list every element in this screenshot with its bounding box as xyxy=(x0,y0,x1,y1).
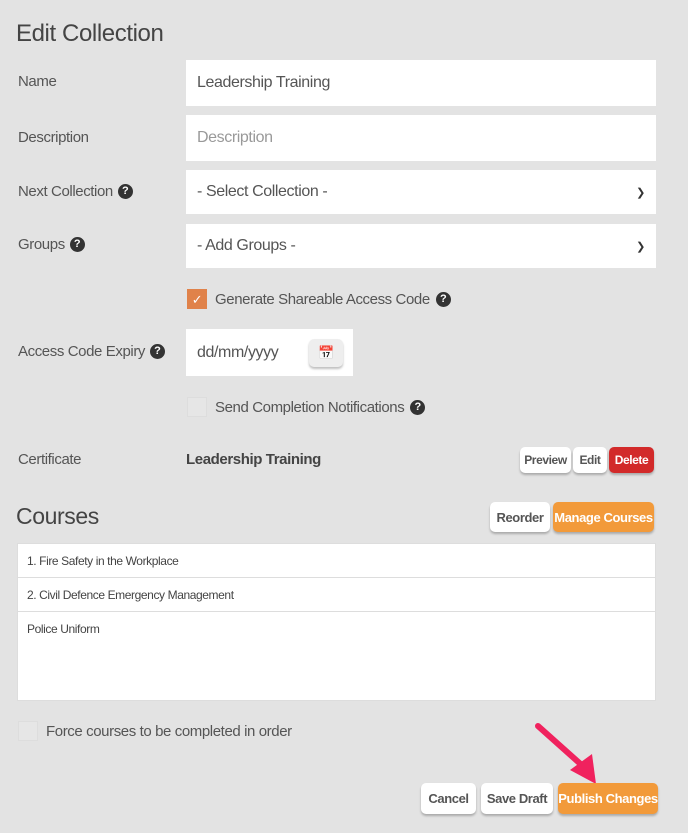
shareable-code-checkbox[interactable]: ✓ xyxy=(187,289,207,309)
save-draft-button[interactable]: Save Draft xyxy=(481,783,553,814)
delete-button[interactable]: Delete xyxy=(609,447,654,473)
description-input[interactable]: Description xyxy=(186,115,656,161)
name-input[interactable]: Leadership Training xyxy=(186,60,656,106)
edit-button[interactable]: Edit xyxy=(573,447,607,473)
force-order-label: Force courses to be completed in order xyxy=(46,722,292,740)
calendar-icon[interactable]: 📅 xyxy=(309,338,343,367)
help-icon[interactable]: ? xyxy=(150,344,166,359)
shareable-code-label: Generate Shareable Access Code xyxy=(215,290,430,308)
pointer-arrow-annotation xyxy=(535,723,596,784)
notifications-option: Send Completion Notifications ? xyxy=(187,397,426,417)
chevron-down-icon: ❯ xyxy=(636,186,645,199)
notifications-label: Send Completion Notifications xyxy=(215,398,405,416)
publish-changes-button[interactable]: Publish Changes xyxy=(558,783,658,814)
manage-courses-button[interactable]: Manage Courses xyxy=(553,502,654,532)
groups-label: Groups? xyxy=(18,236,85,253)
help-icon[interactable]: ? xyxy=(410,399,426,415)
help-icon[interactable]: ? xyxy=(69,237,85,252)
expiry-date-input[interactable]: dd/mm/yyyy 📅 xyxy=(186,329,353,376)
description-placeholder: Description xyxy=(197,129,273,146)
reorder-button[interactable]: Reorder xyxy=(490,502,550,532)
preview-button[interactable]: Preview xyxy=(520,447,571,473)
help-icon[interactable]: ? xyxy=(435,291,451,307)
cancel-button[interactable]: Cancel xyxy=(421,783,476,814)
chevron-down-icon: ❯ xyxy=(636,240,645,253)
next-collection-label: Next Collection? xyxy=(18,183,133,200)
next-collection-label-text: Next Collection xyxy=(18,183,113,200)
expiry-label-text: Access Code Expiry xyxy=(18,343,146,360)
name-label: Name xyxy=(18,73,57,90)
shareable-code-option: ✓ Generate Shareable Access Code ? xyxy=(187,289,451,309)
courses-list: 1. Fire Safety in the Workplace 2. Civil… xyxy=(17,543,656,701)
list-item[interactable]: 2. Civil Defence Emergency Management xyxy=(18,578,655,612)
list-item[interactable]: Police Uniform xyxy=(18,612,655,636)
expiry-label: Access Code Expiry? xyxy=(18,343,166,360)
description-label: Description xyxy=(18,129,89,146)
list-item[interactable]: 1. Fire Safety in the Workplace xyxy=(18,544,655,578)
groups-label-text: Groups xyxy=(18,236,65,253)
groups-select[interactable]: - Add Groups - ❯ xyxy=(186,224,656,268)
force-order-checkbox[interactable] xyxy=(18,721,38,741)
next-collection-value: - Select Collection - xyxy=(197,183,328,200)
courses-heading: Courses xyxy=(16,503,99,529)
force-order-option: Force courses to be completed in order xyxy=(18,721,292,741)
expiry-placeholder: dd/mm/yyyy xyxy=(197,343,279,361)
notifications-checkbox[interactable] xyxy=(187,397,207,417)
next-collection-select[interactable]: - Select Collection - ❯ xyxy=(186,170,656,214)
page-title: Edit Collection xyxy=(16,20,164,47)
certificate-name: Leadership Training xyxy=(186,451,321,468)
certificate-label: Certificate xyxy=(18,451,82,468)
groups-value: - Add Groups - xyxy=(197,237,296,254)
help-icon[interactable]: ? xyxy=(117,184,133,199)
